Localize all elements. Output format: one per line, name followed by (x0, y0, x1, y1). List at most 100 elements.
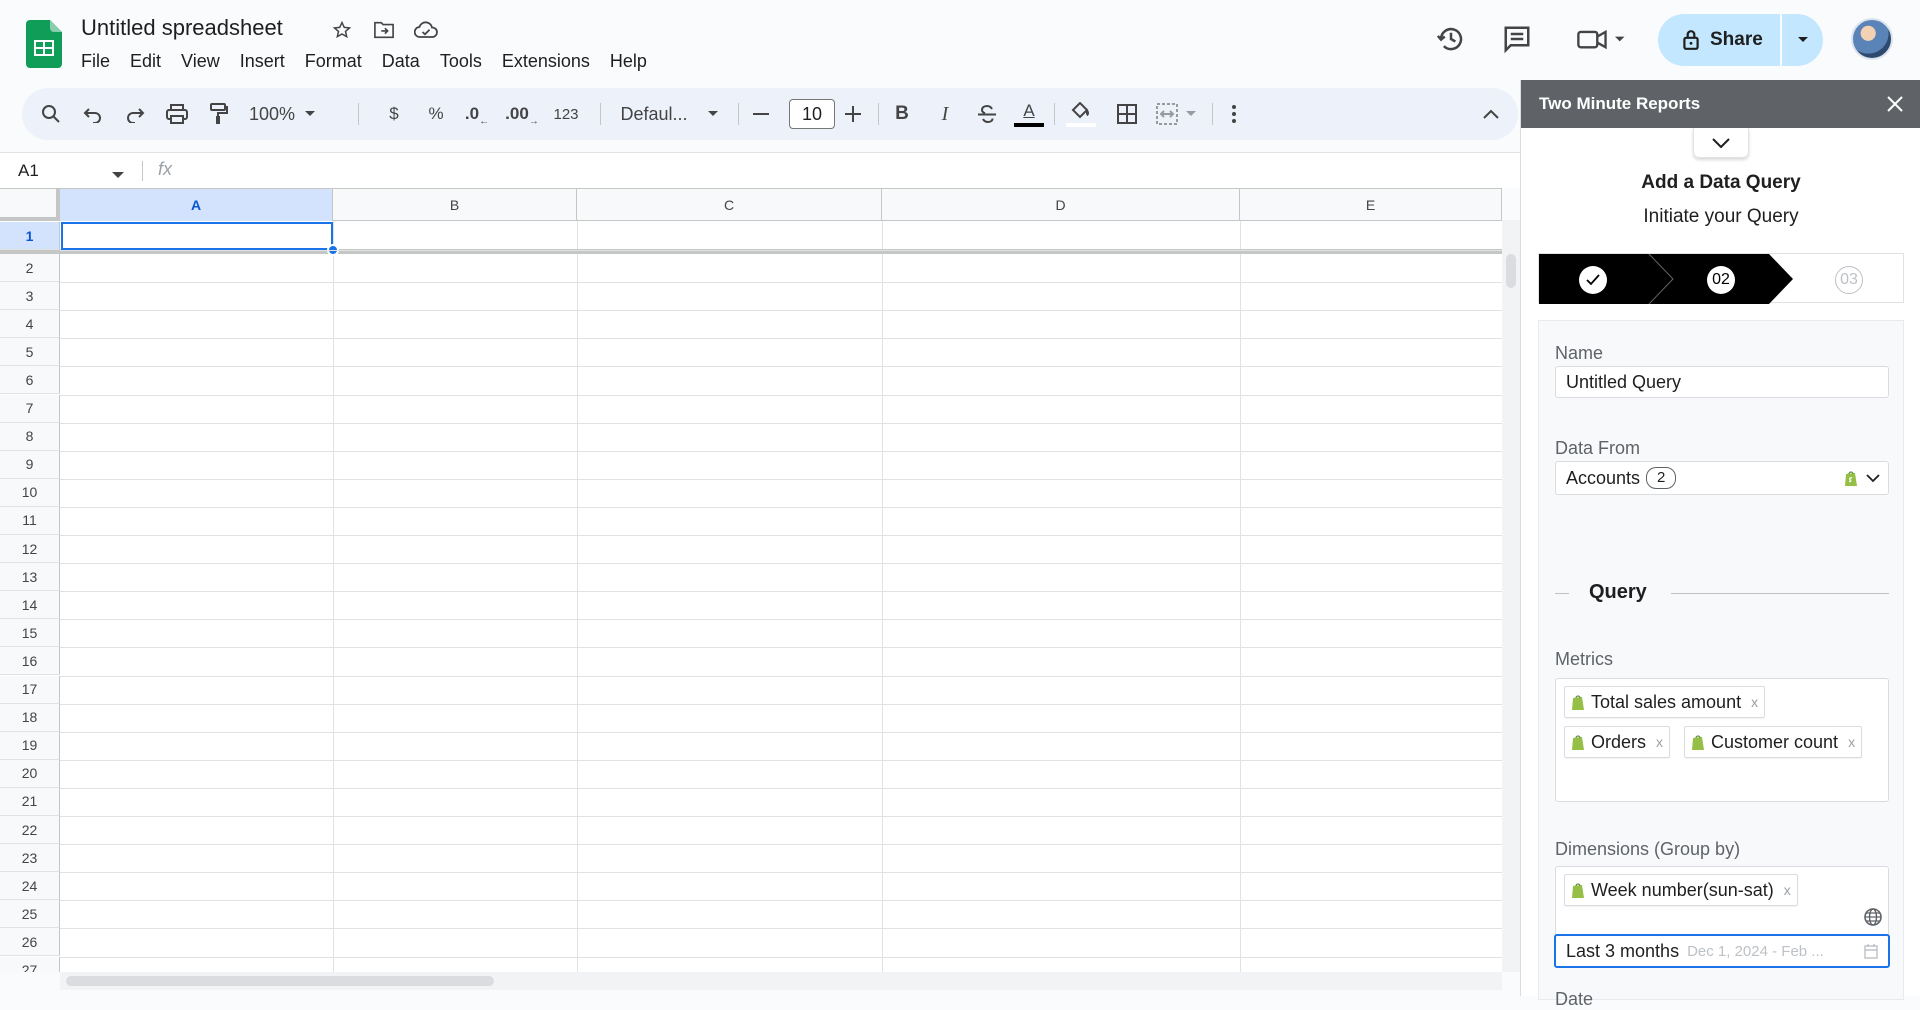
menu-tools[interactable]: Tools (430, 49, 492, 73)
remove-chip-icon[interactable]: x (1784, 882, 1791, 898)
row-header-7[interactable]: 7 (0, 394, 60, 423)
spreadsheet-grid[interactable]: A B C D E 1 2 3 4 5 6 7 8 9 10 11 12 13 14 15 16 17 18 19 2… (0, 188, 1502, 972)
row-header-26[interactable]: 26 (0, 928, 60, 957)
font-size-input[interactable]: 10 (789, 99, 835, 129)
row-header-15[interactable]: 15 (0, 619, 60, 648)
menu-format[interactable]: Format (295, 49, 372, 73)
bold-button[interactable]: B (885, 88, 919, 140)
print-icon[interactable] (160, 88, 194, 140)
horizontal-scroll-thumb[interactable] (66, 976, 494, 986)
row-header-14[interactable]: 14 (0, 591, 60, 620)
menu-file[interactable]: File (81, 49, 120, 73)
metric-chip[interactable]: Orders x (1564, 726, 1671, 758)
collapse-toggle[interactable] (1693, 128, 1749, 158)
text-color-button[interactable]: A (1012, 88, 1046, 140)
row-header-1[interactable]: 1 (0, 222, 60, 250)
share-dropdown-button[interactable] (1782, 14, 1823, 66)
column-header-b[interactable]: B (333, 189, 577, 221)
row-header-8[interactable]: 8 (0, 422, 60, 451)
step-2-current[interactable]: 02 (1707, 266, 1735, 294)
remove-chip-icon[interactable]: x (1656, 734, 1663, 750)
row-header-13[interactable]: 13 (0, 563, 60, 592)
sheets-logo-icon[interactable] (26, 20, 62, 68)
row-header-5[interactable]: 5 (0, 338, 60, 367)
meet-video-icon[interactable] (1572, 22, 1632, 56)
row-header-6[interactable]: 6 (0, 366, 60, 395)
row-header-22[interactable]: 22 (0, 816, 60, 845)
remove-chip-icon[interactable]: x (1751, 694, 1758, 710)
remove-chip-icon[interactable]: x (1848, 734, 1855, 750)
cloud-saved-icon[interactable] (414, 18, 438, 42)
date-range-input[interactable]: Last 3 months Dec 1, 2024 - Feb ... (1554, 934, 1890, 968)
row-header-16[interactable]: 16 (0, 647, 60, 676)
step-3-pending[interactable]: 03 (1835, 266, 1863, 294)
metrics-field[interactable]: Total sales amount x Orders x Customer c… (1555, 678, 1889, 802)
user-avatar[interactable] (1851, 18, 1893, 60)
metric-chip[interactable]: Customer count x (1684, 726, 1863, 758)
document-title[interactable]: Untitled spreadsheet (81, 15, 283, 41)
formula-input[interactable] (186, 157, 1496, 185)
menu-extensions[interactable]: Extensions (492, 49, 600, 73)
font-size-increase-icon[interactable] (836, 88, 870, 140)
vertical-scrollbar[interactable] (1502, 220, 1520, 972)
column-header-c[interactable]: C (577, 189, 882, 221)
column-header-e[interactable]: E (1240, 189, 1502, 221)
more-formats-button[interactable]: 123 (546, 88, 586, 140)
italic-button[interactable]: I (928, 88, 962, 140)
metric-chip[interactable]: Total sales amount x (1564, 686, 1766, 718)
increase-decimal-button[interactable]: .00 → (502, 88, 542, 140)
redo-icon[interactable] (118, 88, 152, 140)
column-header-d[interactable]: D (882, 189, 1240, 221)
comments-icon[interactable] (1500, 22, 1534, 56)
data-from-select[interactable]: Accounts 2 (1555, 461, 1889, 495)
column-header-a[interactable]: A (60, 189, 333, 221)
dimension-chip[interactable]: Week number(sun-sat) x (1564, 874, 1798, 906)
undo-icon[interactable] (76, 88, 110, 140)
row-header-9[interactable]: 9 (0, 450, 60, 479)
row-header-10[interactable]: 10 (0, 478, 60, 507)
decrease-decimal-button[interactable]: .0 ← (460, 88, 494, 140)
calendar-icon[interactable] (1864, 944, 1878, 959)
row-header-19[interactable]: 19 (0, 731, 60, 760)
menu-insert[interactable]: Insert (230, 49, 295, 73)
paint-format-icon[interactable] (202, 88, 236, 140)
zoom-select[interactable]: 100% (244, 88, 320, 140)
row-header-2[interactable]: 2 (0, 254, 60, 283)
row-header-17[interactable]: 17 (0, 675, 60, 704)
strikethrough-icon[interactable] (970, 88, 1004, 140)
move-folder-icon[interactable] (372, 18, 396, 42)
more-vert-icon[interactable] (1222, 88, 1246, 140)
select-all-corner[interactable] (0, 189, 60, 221)
row-header-25[interactable]: 25 (0, 900, 60, 929)
search-menus-icon[interactable] (34, 88, 68, 140)
collapse-menus-icon[interactable] (1474, 88, 1508, 140)
row-header-27[interactable]: 27 (0, 956, 60, 972)
row-header-21[interactable]: 21 (0, 787, 60, 816)
vertical-scroll-thumb[interactable] (1506, 254, 1516, 288)
row-header-18[interactable]: 18 (0, 703, 60, 732)
menu-view[interactable]: View (171, 49, 230, 73)
row-header-12[interactable]: 12 (0, 535, 60, 564)
menu-data[interactable]: Data (372, 49, 430, 73)
font-family-select[interactable]: Defaul... (604, 88, 734, 140)
merge-cells-icon[interactable] (1146, 88, 1206, 140)
version-history-icon[interactable] (1434, 22, 1468, 56)
step-1-complete[interactable] (1579, 266, 1607, 294)
close-icon[interactable] (1883, 92, 1907, 116)
share-button[interactable]: Share (1658, 14, 1823, 66)
fill-color-icon[interactable] (1064, 88, 1098, 140)
currency-format-button[interactable]: $ (377, 88, 411, 140)
row-header-11[interactable]: 11 (0, 506, 60, 535)
name-box[interactable]: A1 (18, 161, 39, 181)
name-box-caret-icon[interactable] (112, 166, 124, 184)
percent-format-button[interactable]: % (419, 88, 453, 140)
font-size-decrease-icon[interactable] (744, 88, 778, 140)
row-header-20[interactable]: 20 (0, 759, 60, 788)
borders-icon[interactable] (1110, 88, 1144, 140)
star-icon[interactable] (330, 18, 354, 42)
menu-edit[interactable]: Edit (120, 49, 171, 73)
row-header-24[interactable]: 24 (0, 872, 60, 901)
share-main-button[interactable]: Share (1658, 14, 1780, 66)
selected-cell-a1[interactable] (61, 222, 333, 250)
timezone-globe-icon[interactable] (1863, 907, 1883, 932)
